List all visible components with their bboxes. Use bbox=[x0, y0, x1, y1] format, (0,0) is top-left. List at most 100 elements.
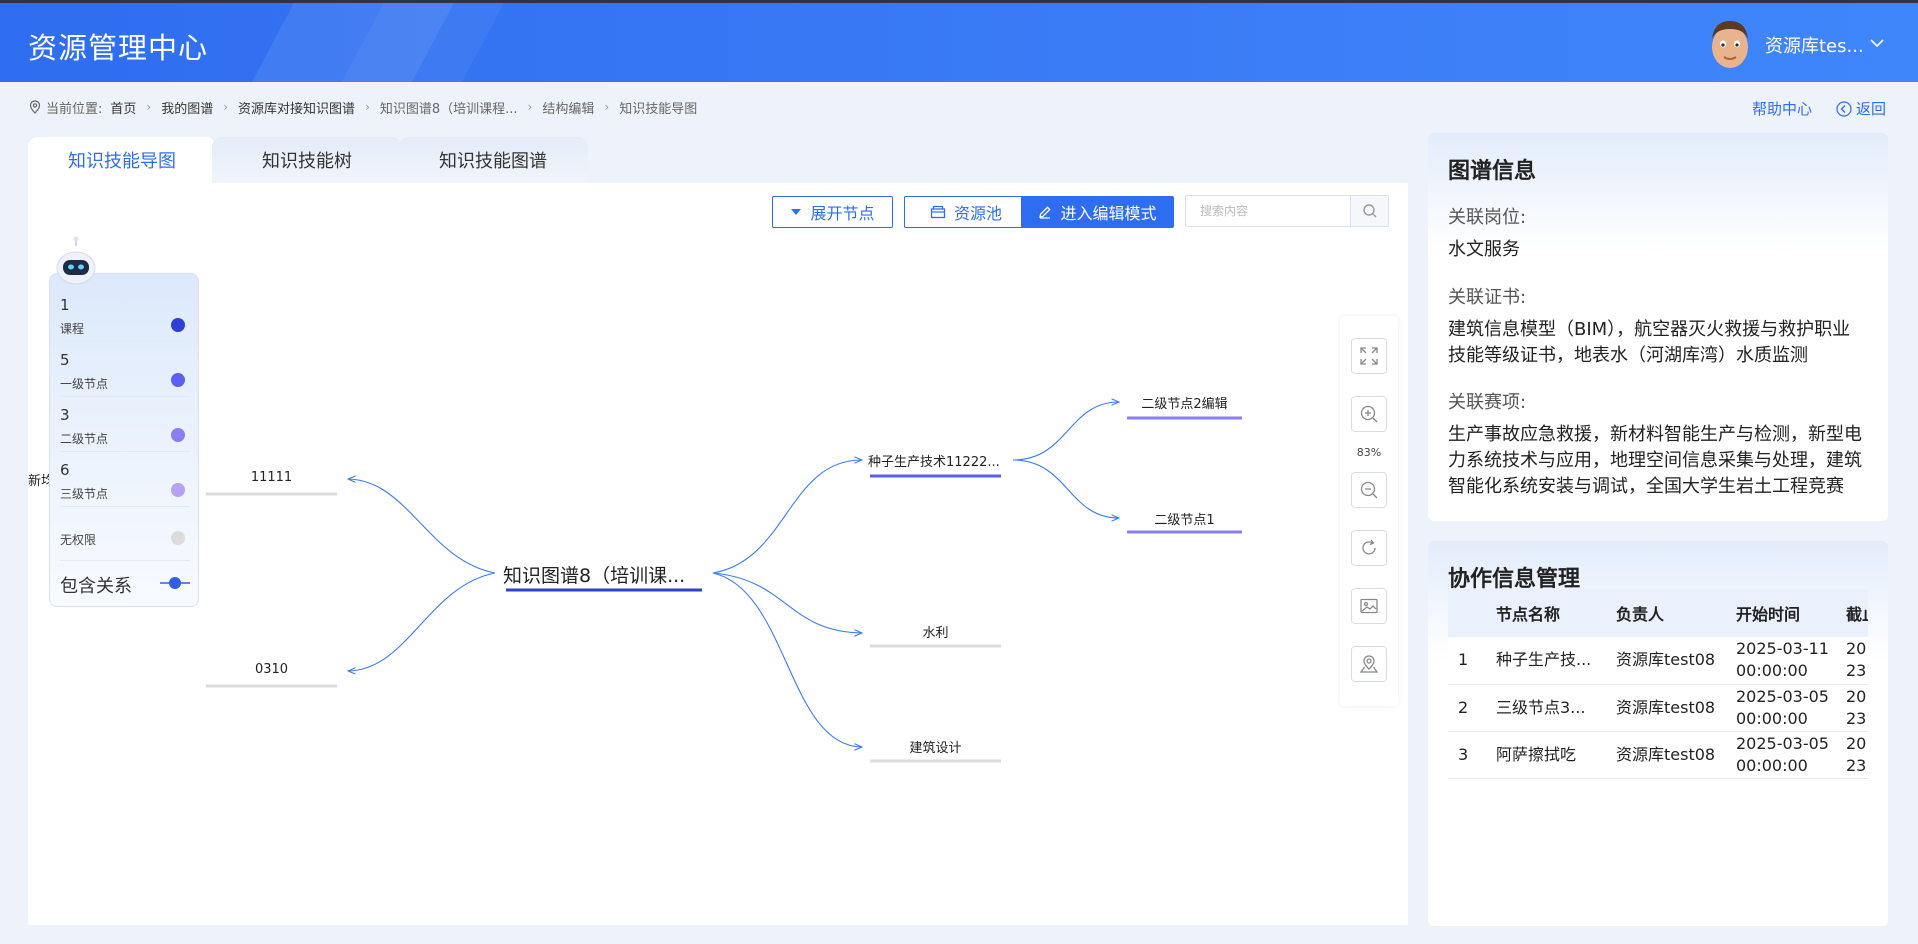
chevron-right-icon: › bbox=[527, 100, 533, 114]
caret-down-icon bbox=[791, 209, 802, 215]
map-pin-icon bbox=[1359, 655, 1379, 673]
user-avatar-icon[interactable] bbox=[1706, 17, 1754, 69]
legend-item-level1[interactable]: 5 一级节点 bbox=[60, 347, 190, 397]
tab-skill-tree[interactable]: 知识技能树 bbox=[212, 137, 402, 183]
mindmap-node[interactable]: 种子生产技术11222... bbox=[868, 451, 1008, 470]
row-end-date: 20 bbox=[1846, 639, 1867, 659]
chevron-right-icon: › bbox=[146, 100, 152, 114]
app-header: 资源管理中心 资源库tes... bbox=[0, 0, 1918, 82]
row-end-clock: 23 bbox=[1846, 755, 1867, 775]
mindmap-node[interactable]: 建筑设计 bbox=[870, 737, 1001, 756]
related-post-value: 水文服务 bbox=[1448, 239, 1520, 260]
search-input[interactable] bbox=[1186, 196, 1351, 226]
col-header-node-name: 节点名称 bbox=[1486, 589, 1606, 637]
table-row[interactable]: 1 种子生产技... 资源库test08 2025-03-11 00:00:00 … bbox=[1448, 637, 1868, 685]
chevron-right-icon: › bbox=[223, 100, 229, 114]
row-deadline: 20 23 bbox=[1836, 684, 1868, 732]
legend-item-level2[interactable]: 3 二级节点 bbox=[60, 402, 190, 452]
breadcrumb: 当前位置: 首页 › 我的图谱 › 资源库对接知识图谱 › 知识图谱8（培训课程… bbox=[28, 97, 697, 117]
search-icon bbox=[1362, 204, 1376, 218]
breadcrumb-item-home[interactable]: 首页 bbox=[110, 98, 136, 117]
export-image-button[interactable] bbox=[1351, 588, 1387, 624]
row-node-name: 阿萨擦拭吃 bbox=[1486, 731, 1606, 779]
tab-mindmap[interactable]: 知识技能导图 bbox=[28, 137, 216, 183]
app-title: 资源管理中心 bbox=[28, 31, 209, 65]
legend-dot bbox=[171, 483, 185, 497]
legend-dot bbox=[171, 318, 185, 332]
back-link-label: 返回 bbox=[1856, 100, 1887, 118]
legend-label: 无权限 bbox=[60, 533, 97, 547]
related-contest-value: 生产事故应急救援，新材料智能生产与检测，新型电力系统技术与应用，地理空间信息采集… bbox=[1448, 424, 1862, 497]
zoom-out-button[interactable] bbox=[1351, 472, 1387, 508]
legend-count: 5 bbox=[60, 351, 70, 369]
graph-info-title: 图谱信息 bbox=[1448, 159, 1537, 184]
refresh-button[interactable] bbox=[1351, 530, 1387, 566]
image-icon bbox=[1360, 598, 1378, 614]
legend-panel: 1 课程 5 一级节点 3 二级节点 6 三级节点 无权限 包含关系 bbox=[49, 273, 199, 607]
legend-dot bbox=[171, 373, 185, 387]
expand-nodes-button[interactable]: 展开节点 bbox=[772, 196, 893, 228]
tab-knowledge-graph[interactable]: 知识技能图谱 bbox=[398, 137, 588, 183]
row-start-time: 2025-03-05 00:00:00 bbox=[1726, 684, 1836, 732]
legend-count: 3 bbox=[60, 406, 70, 424]
zoom-in-button[interactable] bbox=[1351, 396, 1387, 432]
mindmap-root-node[interactable]: 知识图谱8（培训课... bbox=[503, 561, 699, 588]
legend-dot bbox=[171, 428, 185, 442]
search-button[interactable] bbox=[1350, 196, 1388, 226]
mindmap-node[interactable]: 0310 bbox=[206, 662, 337, 677]
view-tabs: 知识技能导图 知识技能树 知识技能图谱 bbox=[28, 137, 588, 183]
row-end-date: 20 bbox=[1846, 733, 1867, 753]
row-end-clock: 23 bbox=[1846, 661, 1867, 681]
row-start-time: 2025-03-05 00:00:00 bbox=[1726, 731, 1836, 779]
fullscreen-button[interactable] bbox=[1351, 338, 1387, 374]
legend-count: 6 bbox=[60, 461, 70, 479]
table-row[interactable]: 2 三级节点3... 资源库test08 2025-03-05 00:00:00 … bbox=[1448, 684, 1868, 732]
row-node-name: 三级节点3... bbox=[1486, 684, 1606, 732]
locate-button[interactable] bbox=[1351, 646, 1387, 682]
row-node-name: 种子生产技... bbox=[1486, 637, 1606, 685]
legend-item-course[interactable]: 1 课程 bbox=[60, 292, 190, 342]
mindmap-node[interactable]: 11111 bbox=[206, 470, 337, 485]
fullscreen-icon bbox=[1360, 347, 1378, 365]
mindmap-canvas[interactable] bbox=[28, 240, 1328, 840]
resource-pool-button[interactable]: 资源池 bbox=[904, 196, 1028, 228]
row-index: 1 bbox=[1448, 637, 1486, 685]
legend-label: 一级节点 bbox=[60, 377, 109, 391]
col-header-index bbox=[1448, 589, 1486, 637]
legend-relation-label: 包含关系 bbox=[60, 576, 132, 597]
collab-table: 节点名称 负责人 开始时间 截止 1 种子生产技... 资源库test08 20… bbox=[1448, 589, 1868, 779]
related-cert-label: 关联证书: bbox=[1448, 287, 1527, 308]
legend-item-level3[interactable]: 6 三级节点 bbox=[60, 457, 190, 507]
row-owner: 资源库test08 bbox=[1606, 731, 1726, 779]
robot-assistant-icon[interactable] bbox=[55, 236, 97, 288]
zoom-in-icon bbox=[1360, 405, 1378, 423]
back-link[interactable]: 返回 bbox=[1836, 98, 1886, 119]
zoom-controls: 83% bbox=[1340, 316, 1398, 706]
chevron-down-icon[interactable] bbox=[1870, 33, 1884, 52]
legend-label: 三级节点 bbox=[60, 487, 109, 501]
collab-card: 协作信息管理 节点名称 负责人 开始时间 截止 1 种子生产技... 资源库te… bbox=[1428, 541, 1888, 926]
pencil-icon bbox=[1039, 206, 1052, 219]
mindmap-node[interactable]: 水利 bbox=[870, 622, 1001, 641]
legend-label: 课程 bbox=[60, 322, 85, 336]
breadcrumb-item-structure-edit[interactable]: 结构编辑 bbox=[542, 98, 594, 117]
back-arrow-icon bbox=[1836, 100, 1852, 117]
breadcrumb-item-graph8[interactable]: 知识图谱8（培训课程... bbox=[380, 98, 518, 117]
row-start-date: 2025-03-11 bbox=[1736, 639, 1829, 659]
breadcrumb-item-resource-graph[interactable]: 资源库对接知识图谱 bbox=[238, 98, 355, 117]
row-start-date: 2025-03-05 bbox=[1736, 733, 1829, 753]
breadcrumb-item-my-graphs[interactable]: 我的图谱 bbox=[161, 98, 213, 117]
enter-edit-mode-button[interactable]: 进入编辑模式 bbox=[1021, 196, 1174, 228]
user-name[interactable]: 资源库tes... bbox=[1765, 32, 1864, 58]
legend-relation[interactable]: 包含关系 bbox=[60, 564, 190, 600]
mindmap-node[interactable]: 二级节点1 bbox=[1127, 509, 1242, 528]
breadcrumb-item-current: 知识技能导图 bbox=[619, 101, 698, 117]
row-end-date: 20 bbox=[1846, 686, 1867, 706]
row-deadline: 20 23 bbox=[1836, 731, 1868, 779]
breadcrumb-prefix: 当前位置: bbox=[46, 101, 103, 117]
mindmap-node[interactable]: 二级节点2编辑 bbox=[1127, 393, 1242, 412]
legend-item-no-permission[interactable]: 无权限 bbox=[60, 519, 190, 561]
table-row[interactable]: 3 阿萨擦拭吃 资源库test08 2025-03-05 00:00:00 20 2… bbox=[1448, 731, 1868, 779]
relation-line-icon bbox=[160, 577, 190, 589]
help-center-link[interactable]: 帮助中心 bbox=[1752, 98, 1812, 119]
